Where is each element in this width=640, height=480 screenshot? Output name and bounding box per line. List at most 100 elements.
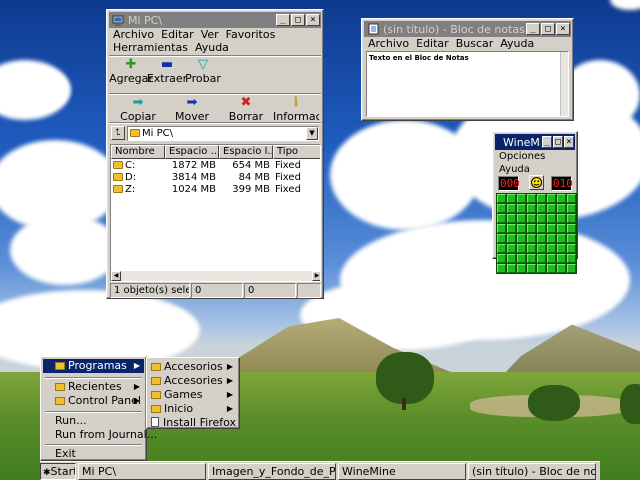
- maximize-button[interactable]: □: [541, 23, 555, 35]
- mine-field[interactable]: [496, 193, 577, 274]
- menu-buscar[interactable]: Buscar: [454, 37, 499, 50]
- extraer-button[interactable]: ▬ Extraer: [147, 58, 187, 86]
- mine-tile[interactable]: [547, 244, 556, 253]
- address-combo[interactable]: Mi PC\ ▼: [127, 126, 319, 141]
- table-row[interactable]: C: 1872 MB 654 MB Fixed: [111, 160, 320, 172]
- submenu-item-games[interactable]: Games ▶: [149, 388, 237, 402]
- close-button[interactable]: ×: [564, 136, 574, 148]
- minimize-button[interactable]: _: [542, 136, 552, 148]
- close-button[interactable]: ×: [306, 14, 320, 26]
- mine-tile[interactable]: [537, 234, 546, 243]
- submenu-item-install-firefox[interactable]: Install Firefox: [149, 416, 237, 430]
- mine-tile[interactable]: [527, 264, 536, 273]
- mine-tile[interactable]: [507, 204, 516, 213]
- notepad-titlebar[interactable]: (sin título) - Bloc de notas _ □ ×: [364, 21, 571, 37]
- task-image-viewer[interactable]: Imagen_y_Fondo_de_Pa...: [208, 462, 336, 480]
- task-notepad[interactable]: (sin título) - Bloc de notas: [468, 462, 596, 480]
- mine-tile[interactable]: [527, 234, 536, 243]
- up-folder-button[interactable]: ⮤: [111, 126, 125, 140]
- horizontal-scrollbar[interactable]: ◀ ▶: [111, 271, 320, 281]
- address-dropdown-button[interactable]: ▼: [306, 127, 318, 140]
- mine-tile[interactable]: [527, 244, 536, 253]
- column-header-nombre[interactable]: Nombre: [111, 145, 165, 159]
- agregar-button[interactable]: ✚ Agregar: [109, 58, 153, 86]
- task-minesweeper[interactable]: WineMine: [338, 462, 466, 480]
- mine-tile[interactable]: [547, 224, 556, 233]
- mine-tile[interactable]: [517, 244, 526, 253]
- explorer-titlebar[interactable]: Mi PC\ _ □ ×: [109, 12, 321, 28]
- start-item-run[interactable]: Run...: [43, 414, 144, 428]
- menu-editar[interactable]: Editar: [159, 28, 199, 41]
- mine-tile[interactable]: [537, 204, 546, 213]
- mine-tile[interactable]: [557, 264, 566, 273]
- mine-tile[interactable]: [527, 194, 536, 203]
- maximize-button[interactable]: □: [553, 136, 563, 148]
- close-button[interactable]: ×: [556, 23, 570, 35]
- mine-tile[interactable]: [557, 234, 566, 243]
- menu-ayuda[interactable]: Ayuda: [193, 41, 234, 54]
- mine-tile[interactable]: [557, 244, 566, 253]
- mine-tile[interactable]: [527, 224, 536, 233]
- minimize-button[interactable]: _: [526, 23, 540, 35]
- mine-tile[interactable]: [507, 214, 516, 223]
- start-button[interactable]: ✱Start: [40, 462, 76, 480]
- menu-ver[interactable]: Ver: [199, 28, 224, 41]
- scroll-right-icon[interactable]: ▶: [312, 271, 320, 281]
- mine-tile[interactable]: [547, 204, 556, 213]
- mine-tile[interactable]: [557, 254, 566, 263]
- mine-tile[interactable]: [557, 204, 566, 213]
- mine-tile[interactable]: [517, 254, 526, 263]
- mine-tile[interactable]: [547, 264, 556, 273]
- mine-tile[interactable]: [497, 244, 506, 253]
- start-item-programas[interactable]: Programas ▶: [43, 359, 144, 373]
- column-header-tipo[interactable]: Tipo: [273, 145, 320, 159]
- mine-tile[interactable]: [497, 204, 506, 213]
- mine-tile[interactable]: [497, 224, 506, 233]
- minesweeper-titlebar[interactable]: WineMine _ □ ×: [495, 134, 575, 150]
- submenu-item-accesories[interactable]: Accesories ▶: [149, 374, 237, 388]
- mine-tile[interactable]: [527, 204, 536, 213]
- column-header-espacio-total[interactable]: Espacio ...: [165, 145, 219, 159]
- menu-archivo[interactable]: Archivo: [111, 28, 159, 41]
- mine-tile[interactable]: [507, 264, 516, 273]
- mine-tile[interactable]: [497, 194, 506, 203]
- mine-tile[interactable]: [537, 214, 546, 223]
- menu-opciones[interactable]: Opciones: [499, 150, 545, 163]
- scroll-left-icon[interactable]: ◀: [111, 271, 121, 281]
- column-header-espacio-libre[interactable]: Espacio l...: [219, 145, 273, 159]
- notepad-text-area[interactable]: Texto en el Bloc de Notas: [366, 51, 569, 117]
- menu-favoritos[interactable]: Favoritos: [224, 28, 281, 41]
- mine-tile[interactable]: [507, 254, 516, 263]
- start-item-control-panel[interactable]: Control Panel ▶: [43, 394, 144, 408]
- mine-tile[interactable]: [517, 194, 526, 203]
- mine-tile[interactable]: [547, 214, 556, 223]
- mine-tile[interactable]: [517, 214, 526, 223]
- copiar-button[interactable]: ➡ Copiar: [111, 96, 165, 124]
- reset-face-button[interactable]: [529, 175, 544, 190]
- maximize-button[interactable]: □: [291, 14, 305, 26]
- menu-archivo[interactable]: Archivo: [366, 37, 414, 50]
- mine-tile[interactable]: [537, 194, 546, 203]
- mine-tile[interactable]: [537, 264, 546, 273]
- mine-tile[interactable]: [497, 254, 506, 263]
- mine-tile[interactable]: [567, 214, 576, 223]
- minimize-button[interactable]: _: [276, 14, 290, 26]
- task-explorer[interactable]: Mi PC\: [78, 462, 206, 480]
- mine-tile[interactable]: [537, 224, 546, 233]
- mine-tile[interactable]: [567, 224, 576, 233]
- menu-ayuda[interactable]: Ayuda: [498, 37, 539, 50]
- table-row[interactable]: D: 3814 MB 84 MB Fixed: [111, 172, 320, 184]
- mine-tile[interactable]: [497, 214, 506, 223]
- table-row[interactable]: Z: 1024 MB 399 MB Fixed: [111, 184, 320, 196]
- mine-tile[interactable]: [547, 194, 556, 203]
- submenu-item-accesorios[interactable]: Accesorios ▶: [149, 360, 237, 374]
- mine-tile[interactable]: [557, 224, 566, 233]
- mine-tile[interactable]: [497, 264, 506, 273]
- vertical-scrollbar[interactable]: [560, 52, 568, 116]
- probar-button[interactable]: ▽ Probar: [185, 58, 221, 86]
- mine-tile[interactable]: [557, 194, 566, 203]
- mine-tile[interactable]: [567, 204, 576, 213]
- mine-tile[interactable]: [517, 264, 526, 273]
- mine-tile[interactable]: [557, 214, 566, 223]
- mine-tile[interactable]: [567, 244, 576, 253]
